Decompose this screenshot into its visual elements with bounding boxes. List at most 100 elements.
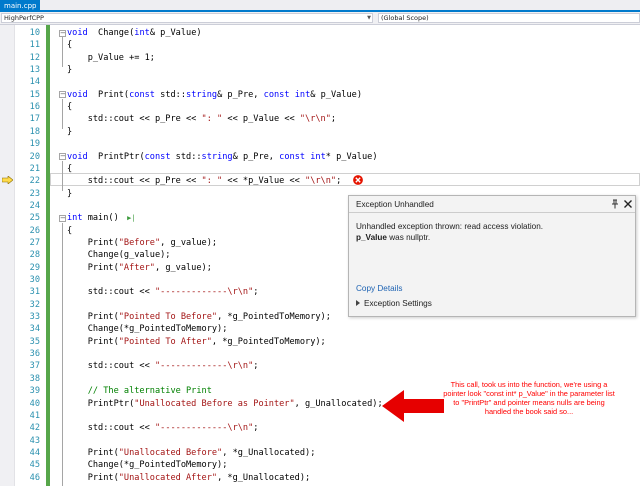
line-number: 29 xyxy=(29,262,40,273)
code-line[interactable]: Print("Before", g_value); xyxy=(67,237,217,249)
code-token: { xyxy=(67,102,73,113)
code-line[interactable]: Change(g_value); xyxy=(67,249,171,261)
line-number: 15 xyxy=(29,89,40,100)
line-number: 35 xyxy=(29,336,40,347)
code-token: std:: xyxy=(170,151,202,162)
code-token: // The alternative Print xyxy=(67,386,212,397)
change-tracking-bar xyxy=(46,25,50,486)
exception-detail: p_Value was nullptr. xyxy=(356,233,430,242)
code-line[interactable]: void Print(const std::string& p_Pre, con… xyxy=(67,89,362,101)
scope-dropdown[interactable]: (Global Scope) xyxy=(378,13,640,23)
code-line[interactable]: std::cout << "-------------\r\n"; xyxy=(67,422,259,434)
code-token: "After" xyxy=(118,262,155,273)
fold-guide xyxy=(62,223,63,486)
code-token: & p_Value) xyxy=(310,89,362,100)
code-line[interactable]: } xyxy=(67,188,72,200)
code-token: Print( xyxy=(67,336,119,347)
code-token: "Before" xyxy=(118,237,161,248)
pin-icon[interactable] xyxy=(611,199,619,209)
code-token: & p_Value) xyxy=(149,28,202,38)
indicator-margin[interactable] xyxy=(0,25,15,486)
code-token: , *g_PointedToMemory); xyxy=(217,312,331,323)
code-line[interactable]: Print("Pointed To Before", *g_PointedToM… xyxy=(67,311,331,323)
line-number: 37 xyxy=(29,361,40,372)
code-token: , *g_PointedToMemory); xyxy=(211,336,326,347)
line-number: 28 xyxy=(29,250,40,261)
code-line[interactable]: } xyxy=(67,64,72,76)
copy-details-link[interactable]: Copy Details xyxy=(356,284,402,293)
code-line[interactable]: Print("Unallocated After", *g_Unallocate… xyxy=(67,472,311,484)
code-token: } xyxy=(67,65,73,76)
code-line[interactable]: { xyxy=(67,225,72,237)
line-number: 22 xyxy=(29,176,40,187)
line-number: 17 xyxy=(29,114,40,125)
code-token: , *g_Unallocated); xyxy=(217,472,311,483)
code-line[interactable]: Print("Unallocated Before", *g_Unallocat… xyxy=(67,447,316,459)
exception-settings-expander[interactable]: Exception Settings xyxy=(356,299,432,308)
line-number: 25 xyxy=(29,213,40,224)
code-line[interactable]: // The alternative Print xyxy=(67,385,212,397)
code-line[interactable]: { xyxy=(67,39,72,51)
project-name: HighPerfCPP xyxy=(4,14,44,22)
code-line[interactable]: int main() ▶| xyxy=(67,212,136,224)
code-line[interactable]: Change(*g_PointedToMemory); xyxy=(67,459,228,471)
navigation-bar: HighPerfCPP ▼ (Global Scope) xyxy=(0,12,640,25)
code-line[interactable]: PrintPtr("Unallocated Before as Pointer"… xyxy=(67,398,383,410)
line-number: 24 xyxy=(29,200,40,211)
code-token: "-------------\r\n" xyxy=(154,361,254,372)
collapse-icon[interactable]: − xyxy=(59,91,66,99)
code-token: void xyxy=(67,151,88,162)
code-line[interactable]: } xyxy=(67,126,72,138)
error-icon[interactable] xyxy=(352,174,364,186)
code-token: } xyxy=(67,126,73,137)
code-token: { xyxy=(67,225,73,236)
collapse-icon[interactable]: − xyxy=(59,214,66,222)
code-token: "\r\n" xyxy=(305,176,337,187)
code-token: ": " xyxy=(201,114,223,125)
code-token: std::cout << p_Pre << xyxy=(67,114,202,125)
line-number: 23 xyxy=(29,188,40,199)
line-number: 36 xyxy=(29,349,40,360)
line-number: 27 xyxy=(29,237,40,248)
code-line[interactable]: { xyxy=(67,101,72,113)
code-line[interactable]: void PrintPtr(const std::string& p_Pre, … xyxy=(67,151,378,163)
code-line[interactable]: std::cout << "-------------\r\n"; xyxy=(67,360,259,372)
line-number: 30 xyxy=(29,275,40,285)
code-line[interactable]: p_Value += 1; xyxy=(67,52,155,64)
code-line[interactable]: { xyxy=(67,163,72,175)
line-number: 26 xyxy=(29,225,40,236)
collapse-icon[interactable]: − xyxy=(59,29,66,37)
code-token: { xyxy=(67,40,73,51)
expand-triangle-icon xyxy=(356,300,360,306)
code-line[interactable]: std::cout << "-------------\r\n"; xyxy=(67,286,259,298)
code-token: std::cout << xyxy=(67,361,155,372)
line-number: 38 xyxy=(29,373,40,384)
red-arrow-icon xyxy=(382,390,444,422)
close-icon[interactable] xyxy=(623,199,633,209)
line-number: 43 xyxy=(29,435,40,446)
code-line[interactable]: std::cout << p_Pre << ": " << p_Value <<… xyxy=(67,113,336,125)
code-line[interactable]: Print("Pointed To After", *g_PointedToMe… xyxy=(67,336,326,348)
code-token: "-------------\r\n" xyxy=(154,287,254,298)
code-token: , g_value); xyxy=(154,262,212,273)
code-token: { xyxy=(67,163,73,174)
code-line[interactable]: Print("After", g_value); xyxy=(67,262,212,274)
code-token: const xyxy=(263,89,290,100)
code-token: & p_Pre, xyxy=(232,151,280,162)
variable-name: p_Value xyxy=(356,233,387,242)
line-number: 42 xyxy=(29,423,40,434)
code-token: int xyxy=(67,213,83,224)
line-number: 12 xyxy=(29,52,40,63)
code-line[interactable]: std::cout << p_Pre << ": " << *p_Value <… xyxy=(67,175,342,187)
project-dropdown[interactable]: HighPerfCPP ▼ xyxy=(1,13,373,23)
run-glyph-icon[interactable]: ▶| xyxy=(119,214,135,222)
popup-divider xyxy=(349,212,635,213)
tab-main-cpp[interactable]: main.cpp xyxy=(0,0,41,12)
line-number: 44 xyxy=(29,447,40,458)
code-line[interactable]: void Change(int& p_Value) xyxy=(67,27,202,39)
line-number: 34 xyxy=(29,324,40,335)
code-line[interactable]: Change(*g_PointedToMemory); xyxy=(67,323,228,335)
line-number: 32 xyxy=(29,299,40,310)
code-token: Change(g_value); xyxy=(67,250,171,261)
collapse-icon[interactable]: − xyxy=(59,153,66,160)
